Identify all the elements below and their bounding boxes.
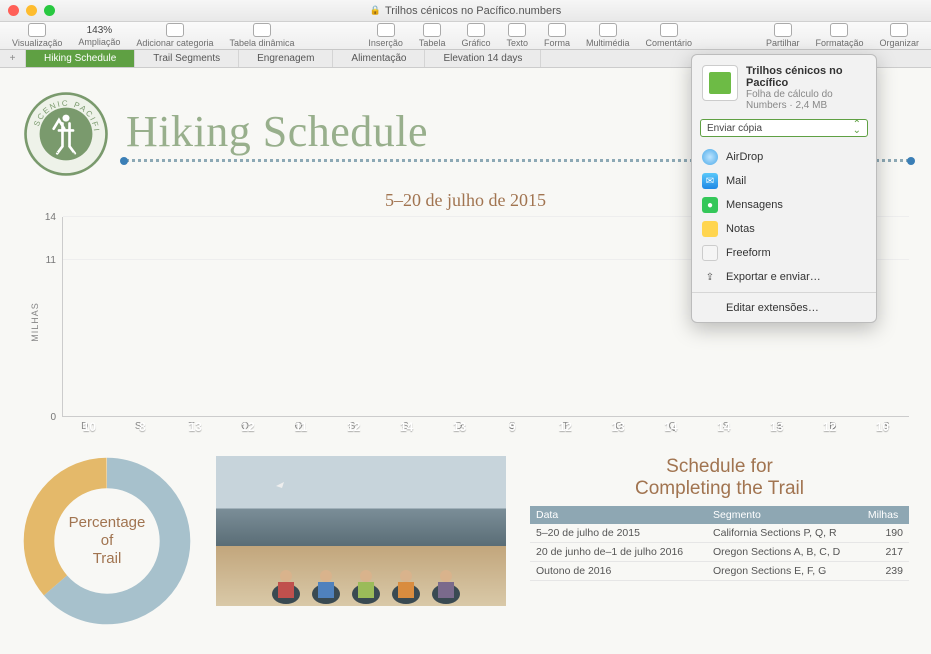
shape-icon <box>548 23 566 37</box>
chevron-updown-icon: ⌃⌄ <box>853 122 861 134</box>
freeform-icon <box>702 245 718 261</box>
export-icon: ⇪ <box>702 269 718 285</box>
pivot-icon <box>253 23 271 37</box>
share-messages[interactable]: ● Mensagens <box>692 193 876 217</box>
comment-icon <box>660 23 678 37</box>
popover-doc-info: Folha de cálculo do Numbers · 2,4 MB <box>746 89 866 111</box>
toolbar-view[interactable]: Visualização <box>4 23 70 48</box>
sheet-tab-alimentacao[interactable]: Alimentação <box>333 50 425 67</box>
toolbar-insert[interactable]: Inserção <box>360 23 411 48</box>
schedule-title: Schedule for Completing the Trail <box>530 456 909 500</box>
donut-label: Percentage of Trail <box>22 514 192 568</box>
percentage-donut-chart[interactable]: Percentage of Trail <box>22 456 192 631</box>
toolbar-share[interactable]: Partilhar <box>758 23 808 48</box>
format-icon <box>830 23 848 37</box>
organize-icon <box>890 23 908 37</box>
sheet-tab-elevation[interactable]: Elevation 14 days <box>425 50 541 67</box>
selection-handle[interactable] <box>120 157 128 165</box>
extensions-icon: �⵵ <box>702 300 718 316</box>
toolbar-format[interactable]: Formatação <box>807 23 871 48</box>
share-icon <box>774 23 792 37</box>
toolbar-add-category[interactable]: Adicionar categoria <box>128 23 221 48</box>
table-row[interactable]: 20 de junho de–1 de julho 2016Oregon Sec… <box>530 542 909 561</box>
col-segment[interactable]: Segmento <box>707 506 862 524</box>
document-title: Trilhos cénicos no Pacífico.numbers <box>385 5 561 17</box>
sheet-tab-trail-segments[interactable]: Trail Segments <box>135 50 239 67</box>
share-airdrop[interactable]: AirDrop <box>692 145 876 169</box>
trails-logo: SCENIC PACIFIC TRAILS <box>22 90 110 178</box>
send-copy-dropdown[interactable]: Enviar cópia ⌃⌄ <box>700 119 868 137</box>
toolbar-organize[interactable]: Organizar <box>871 23 927 48</box>
close-window-button[interactable] <box>8 5 19 16</box>
selection-handle[interactable] <box>907 157 915 165</box>
sheet-tab-hiking-schedule[interactable]: Hiking Schedule <box>26 50 135 67</box>
share-popover: Trilhos cénicos no Pacífico Folha de cál… <box>691 54 877 323</box>
schedule-table-block: Schedule for Completing the Trail Data S… <box>530 456 909 631</box>
beach-photo[interactable] <box>216 456 506 606</box>
toolbar-comment[interactable]: Comentário <box>638 23 701 48</box>
insert-icon <box>377 23 395 37</box>
table-row[interactable]: 5–20 de julho de 2015California Sections… <box>530 524 909 543</box>
popover-doc-name: Trilhos cénicos no Pacífico <box>746 65 866 89</box>
chart-icon <box>467 23 485 37</box>
toolbar-chart[interactable]: Gráfico <box>453 23 498 48</box>
toolbar-media[interactable]: Multimédia <box>578 23 638 48</box>
view-icon <box>28 23 46 37</box>
messages-icon: ● <box>702 197 718 213</box>
window-controls <box>8 5 55 16</box>
notes-icon <box>702 221 718 237</box>
share-edit-extensions[interactable]: �⵵ Editar extensões… <box>692 296 876 320</box>
document-thumbnail-icon <box>702 65 738 101</box>
table-row[interactable]: Outono de 2016Oregon Sections E, F, G239 <box>530 561 909 580</box>
text-icon <box>508 23 526 37</box>
schedule-table[interactable]: Data Segmento Milhas 5–20 de julho de 20… <box>530 506 909 581</box>
toolbar: Visualização 143% Ampliação Adicionar ca… <box>0 22 931 50</box>
toolbar-zoom[interactable]: 143% Ampliação <box>70 25 128 47</box>
airdrop-icon <box>702 149 718 165</box>
share-notes[interactable]: Notas <box>692 217 876 241</box>
mail-icon: ✉ <box>702 173 718 189</box>
window-titlebar: 🔒 Trilhos cénicos no Pacífico.numbers <box>0 0 931 22</box>
zoom-window-button[interactable] <box>44 5 55 16</box>
lock-icon: 🔒 <box>370 5 381 16</box>
add-sheet-button[interactable]: + <box>0 50 26 67</box>
toolbar-text[interactable]: Texto <box>498 23 536 48</box>
category-icon <box>166 23 184 37</box>
share-mail[interactable]: ✉ Mail <box>692 169 876 193</box>
toolbar-table[interactable]: Tabela <box>411 23 454 48</box>
toolbar-shape[interactable]: Forma <box>536 23 578 48</box>
col-date[interactable]: Data <box>530 506 707 524</box>
media-icon <box>599 23 617 37</box>
share-export-send[interactable]: ⇪ Exportar e enviar… <box>692 265 876 289</box>
y-axis: MILHAS 0 11 14 <box>22 217 62 417</box>
share-freeform[interactable]: Freeform <box>692 241 876 265</box>
toolbar-pivot[interactable]: Tabela dinâmica <box>221 23 302 48</box>
minimize-window-button[interactable] <box>26 5 37 16</box>
col-miles[interactable]: Milhas <box>862 506 909 524</box>
sheet-tab-engrenagem[interactable]: Engrenagem <box>239 50 333 67</box>
table-icon <box>423 23 441 37</box>
